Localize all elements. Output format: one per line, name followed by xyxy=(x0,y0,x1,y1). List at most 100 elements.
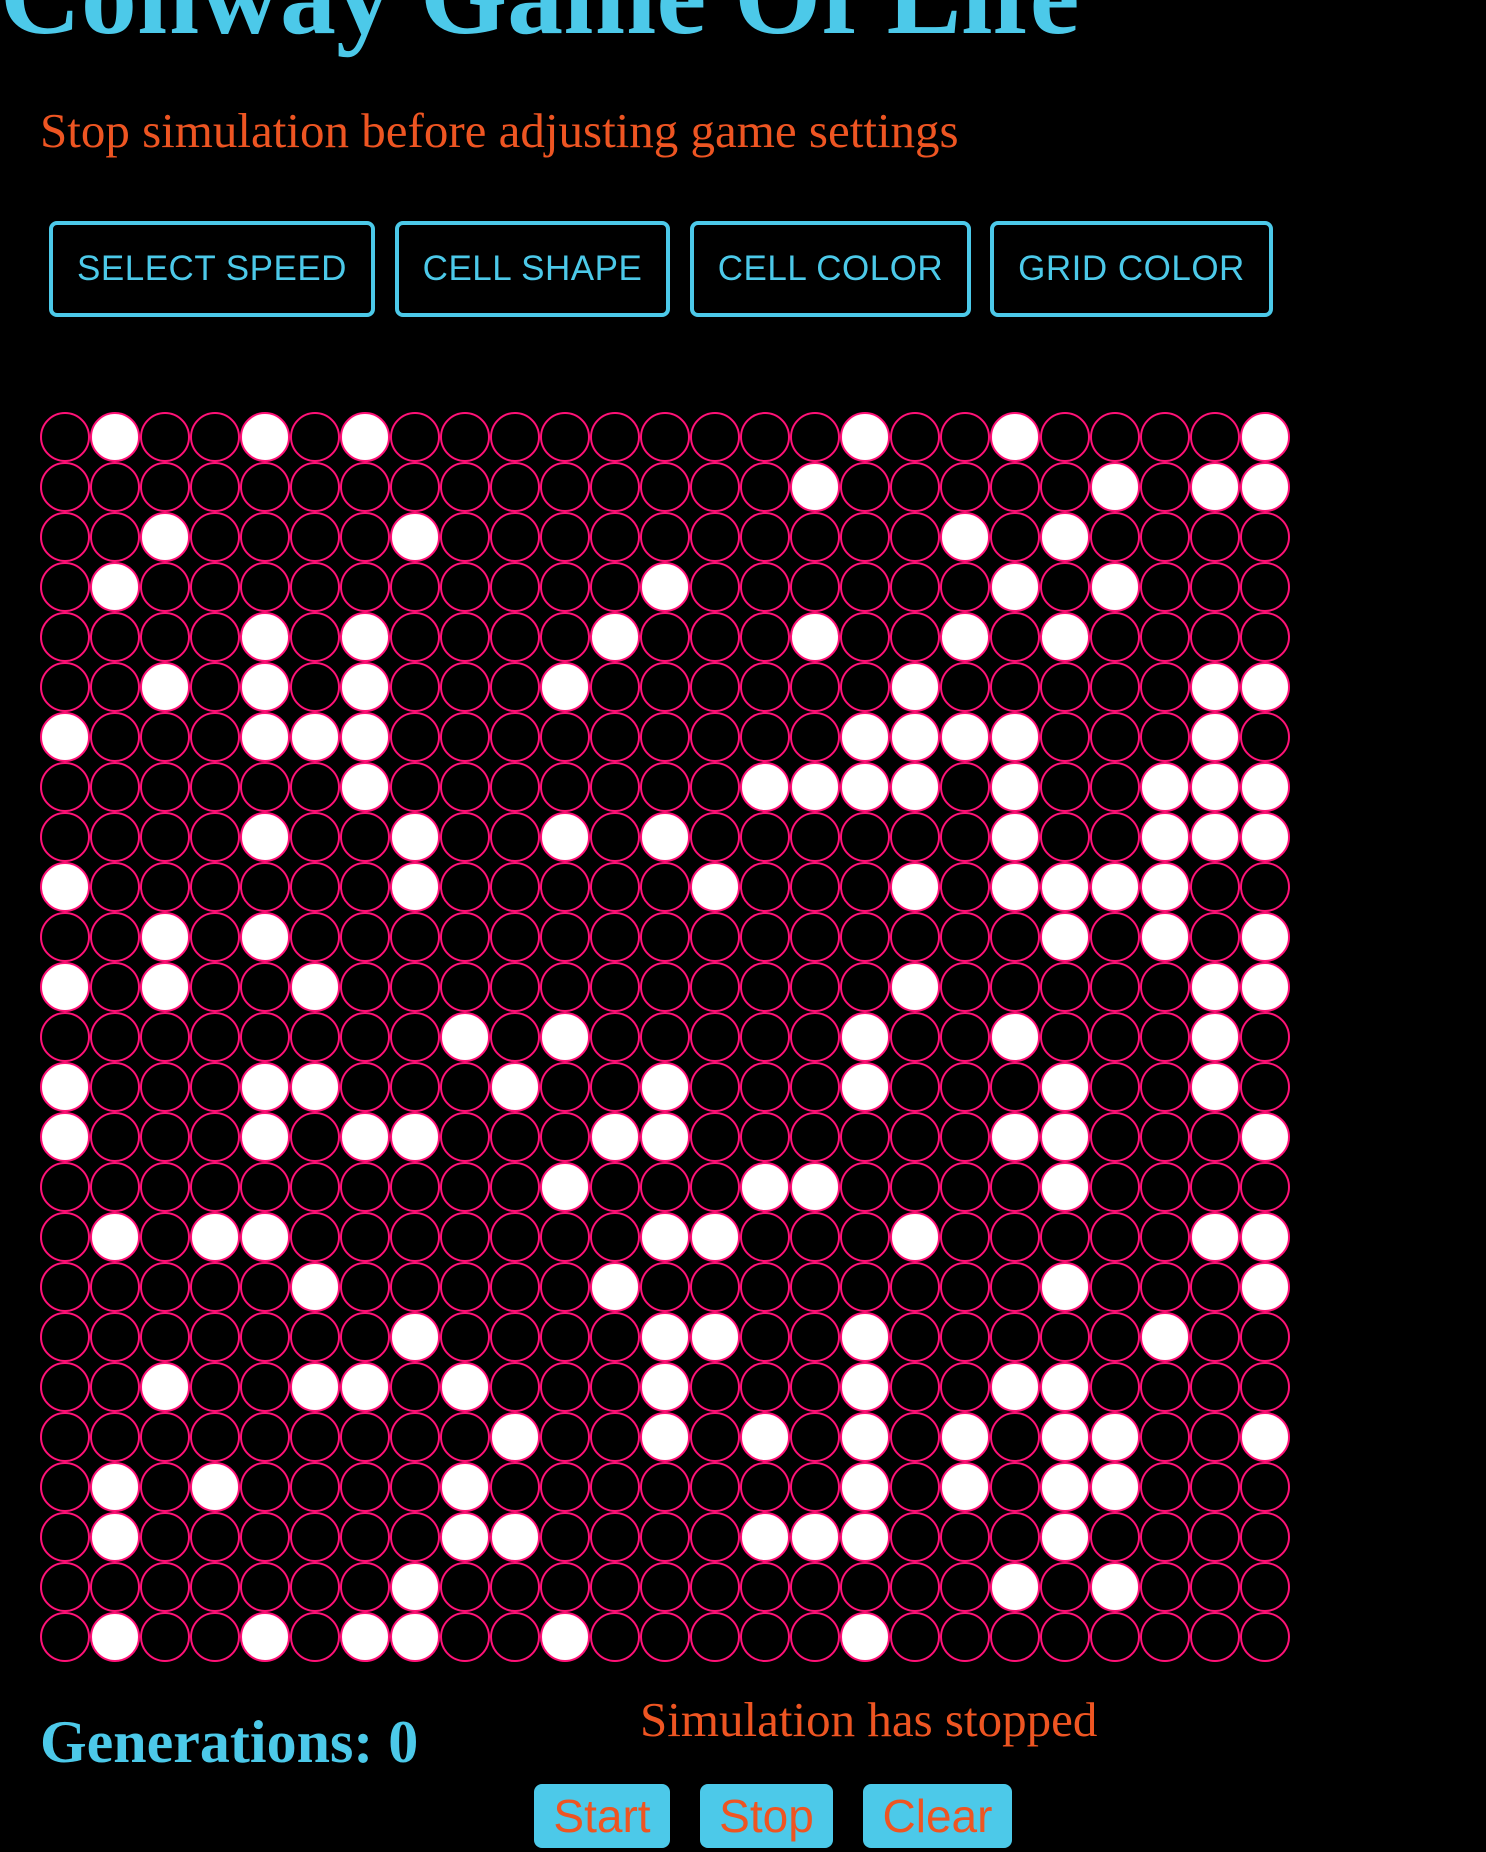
dead-cell[interactable] xyxy=(440,1212,490,1262)
dead-cell[interactable] xyxy=(440,612,490,662)
dead-cell[interactable] xyxy=(890,1062,940,1112)
dead-cell[interactable] xyxy=(1090,762,1140,812)
live-cell[interactable] xyxy=(690,1212,740,1262)
live-cell[interactable] xyxy=(1040,1262,1090,1312)
dead-cell[interactable] xyxy=(440,1562,490,1612)
dead-cell[interactable] xyxy=(590,1012,640,1062)
live-cell[interactable] xyxy=(1040,1362,1090,1412)
dead-cell[interactable] xyxy=(340,1312,390,1362)
live-cell[interactable] xyxy=(1240,962,1290,1012)
live-cell[interactable] xyxy=(840,412,890,462)
dead-cell[interactable] xyxy=(990,1162,1040,1212)
dead-cell[interactable] xyxy=(40,1612,90,1662)
live-cell[interactable] xyxy=(640,1312,690,1362)
dead-cell[interactable] xyxy=(890,1162,940,1212)
dead-cell[interactable] xyxy=(540,712,590,762)
live-cell[interactable] xyxy=(640,1362,690,1412)
dead-cell[interactable] xyxy=(340,1512,390,1562)
dead-cell[interactable] xyxy=(540,1562,590,1612)
dead-cell[interactable] xyxy=(40,1012,90,1062)
dead-cell[interactable] xyxy=(340,1062,390,1112)
dead-cell[interactable] xyxy=(390,1462,440,1512)
dead-cell[interactable] xyxy=(790,962,840,1012)
dead-cell[interactable] xyxy=(1240,712,1290,762)
live-cell[interactable] xyxy=(840,762,890,812)
dead-cell[interactable] xyxy=(790,1112,840,1162)
dead-cell[interactable] xyxy=(40,1212,90,1262)
dead-cell[interactable] xyxy=(1140,662,1190,712)
dead-cell[interactable] xyxy=(290,1112,340,1162)
live-cell[interactable] xyxy=(440,1512,490,1562)
live-cell[interactable] xyxy=(840,1412,890,1462)
live-cell[interactable] xyxy=(840,1312,890,1362)
dead-cell[interactable] xyxy=(1140,1212,1190,1262)
dead-cell[interactable] xyxy=(140,862,190,912)
dead-cell[interactable] xyxy=(840,1562,890,1612)
dead-cell[interactable] xyxy=(1140,462,1190,512)
dead-cell[interactable] xyxy=(740,912,790,962)
live-cell[interactable] xyxy=(40,1062,90,1112)
live-cell[interactable] xyxy=(390,862,440,912)
dead-cell[interactable] xyxy=(40,1162,90,1212)
dead-cell[interactable] xyxy=(290,1512,340,1562)
dead-cell[interactable] xyxy=(990,1312,1040,1362)
dead-cell[interactable] xyxy=(1040,1312,1090,1362)
live-cell[interactable] xyxy=(1040,1112,1090,1162)
dead-cell[interactable] xyxy=(290,512,340,562)
dead-cell[interactable] xyxy=(740,962,790,1012)
dead-cell[interactable] xyxy=(40,1312,90,1362)
dead-cell[interactable] xyxy=(190,1262,240,1312)
dead-cell[interactable] xyxy=(640,762,690,812)
dead-cell[interactable] xyxy=(1090,662,1140,712)
dead-cell[interactable] xyxy=(740,462,790,512)
cell-shape-button[interactable]: CELL SHAPE xyxy=(395,221,670,317)
dead-cell[interactable] xyxy=(90,1062,140,1112)
dead-cell[interactable] xyxy=(140,412,190,462)
dead-cell[interactable] xyxy=(390,612,440,662)
dead-cell[interactable] xyxy=(440,412,490,462)
live-cell[interactable] xyxy=(290,1262,340,1312)
dead-cell[interactable] xyxy=(40,412,90,462)
dead-cell[interactable] xyxy=(490,1612,540,1662)
live-cell[interactable] xyxy=(790,1512,840,1562)
dead-cell[interactable] xyxy=(40,812,90,862)
dead-cell[interactable] xyxy=(140,712,190,762)
dead-cell[interactable] xyxy=(1140,1062,1190,1112)
dead-cell[interactable] xyxy=(440,462,490,512)
dead-cell[interactable] xyxy=(890,1362,940,1412)
live-cell[interactable] xyxy=(540,1012,590,1062)
live-cell[interactable] xyxy=(1240,662,1290,712)
dead-cell[interactable] xyxy=(590,412,640,462)
dead-cell[interactable] xyxy=(1190,1512,1240,1562)
dead-cell[interactable] xyxy=(840,612,890,662)
live-cell[interactable] xyxy=(90,1612,140,1662)
dead-cell[interactable] xyxy=(90,1312,140,1362)
dead-cell[interactable] xyxy=(790,1062,840,1112)
dead-cell[interactable] xyxy=(190,1612,240,1662)
live-cell[interactable] xyxy=(640,1412,690,1462)
live-cell[interactable] xyxy=(1040,1512,1090,1562)
dead-cell[interactable] xyxy=(1040,762,1090,812)
dead-cell[interactable] xyxy=(340,1012,390,1062)
dead-cell[interactable] xyxy=(140,1012,190,1062)
dead-cell[interactable] xyxy=(590,1412,640,1462)
dead-cell[interactable] xyxy=(540,512,590,562)
live-cell[interactable] xyxy=(990,762,1040,812)
dead-cell[interactable] xyxy=(940,912,990,962)
dead-cell[interactable] xyxy=(340,462,390,512)
live-cell[interactable] xyxy=(1240,412,1290,462)
dead-cell[interactable] xyxy=(90,1012,140,1062)
dead-cell[interactable] xyxy=(190,512,240,562)
dead-cell[interactable] xyxy=(690,1412,740,1462)
dead-cell[interactable] xyxy=(440,562,490,612)
live-cell[interactable] xyxy=(590,612,640,662)
dead-cell[interactable] xyxy=(890,1012,940,1062)
dead-cell[interactable] xyxy=(290,762,340,812)
dead-cell[interactable] xyxy=(590,462,640,512)
live-cell[interactable] xyxy=(840,712,890,762)
dead-cell[interactable] xyxy=(1040,712,1090,762)
dead-cell[interactable] xyxy=(940,462,990,512)
dead-cell[interactable] xyxy=(590,1062,640,1112)
live-cell[interactable] xyxy=(390,812,440,862)
dead-cell[interactable] xyxy=(440,1062,490,1112)
